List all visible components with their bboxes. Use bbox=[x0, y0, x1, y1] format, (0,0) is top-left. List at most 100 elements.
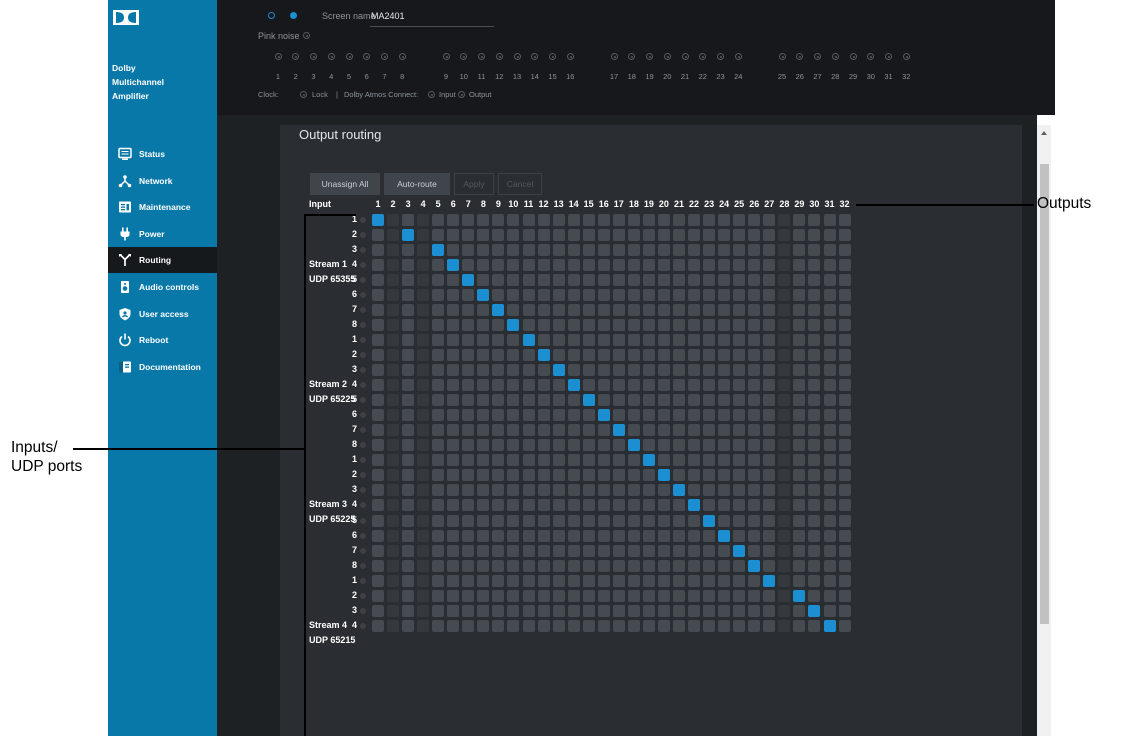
routing-cell[interactable] bbox=[838, 529, 851, 542]
routing-cell[interactable] bbox=[462, 529, 475, 542]
routing-cell[interactable] bbox=[642, 439, 655, 452]
routing-cell[interactable] bbox=[763, 228, 776, 241]
routing-cell[interactable] bbox=[492, 228, 505, 241]
routing-cell[interactable] bbox=[733, 258, 746, 271]
routing-cell[interactable] bbox=[537, 379, 550, 392]
routing-cell[interactable] bbox=[507, 273, 520, 286]
routing-cell[interactable] bbox=[733, 228, 746, 241]
routing-cell[interactable] bbox=[808, 228, 821, 241]
routing-cell[interactable] bbox=[793, 454, 806, 467]
routing-cell[interactable] bbox=[808, 544, 821, 557]
routing-cell[interactable] bbox=[718, 559, 731, 572]
routing-cell[interactable] bbox=[642, 619, 655, 632]
routing-cell[interactable] bbox=[793, 559, 806, 572]
routing-cell[interactable] bbox=[627, 273, 640, 286]
routing-cell[interactable] bbox=[477, 243, 490, 256]
routing-cell[interactable] bbox=[552, 469, 565, 482]
routing-cell[interactable] bbox=[627, 544, 640, 557]
routing-cell[interactable] bbox=[552, 228, 565, 241]
routing-cell[interactable] bbox=[522, 559, 535, 572]
routing-cell[interactable] bbox=[733, 273, 746, 286]
routing-cell[interactable] bbox=[477, 574, 490, 587]
routing-cell[interactable] bbox=[447, 424, 460, 437]
routing-cell[interactable] bbox=[567, 439, 580, 452]
routing-cell[interactable] bbox=[718, 619, 731, 632]
routing-cell[interactable] bbox=[688, 288, 701, 301]
routing-cell[interactable] bbox=[417, 333, 430, 346]
routing-cell[interactable] bbox=[733, 469, 746, 482]
routing-cell[interactable] bbox=[838, 243, 851, 256]
routing-cell[interactable] bbox=[808, 409, 821, 422]
routing-cell[interactable] bbox=[612, 589, 625, 602]
routing-cell[interactable] bbox=[462, 348, 475, 361]
routing-cell[interactable] bbox=[372, 318, 384, 331]
routing-cell[interactable] bbox=[522, 379, 535, 392]
routing-cell[interactable] bbox=[507, 303, 520, 316]
routing-cell[interactable] bbox=[763, 394, 776, 407]
routing-cell[interactable] bbox=[657, 589, 670, 602]
routing-cell[interactable] bbox=[718, 514, 731, 527]
routing-cell[interactable] bbox=[552, 258, 565, 271]
routing-cell[interactable] bbox=[372, 394, 384, 407]
routing-cell-assigned[interactable] bbox=[462, 273, 475, 286]
routing-cell[interactable] bbox=[492, 604, 505, 617]
routing-cell[interactable] bbox=[522, 589, 535, 602]
routing-cell[interactable] bbox=[537, 258, 550, 271]
routing-cell[interactable] bbox=[748, 348, 761, 361]
routing-cell[interactable] bbox=[718, 273, 731, 286]
sidebar-item-documentation[interactable]: Documentation bbox=[108, 354, 217, 380]
routing-cell[interactable] bbox=[778, 288, 791, 301]
routing-cell[interactable] bbox=[417, 604, 430, 617]
routing-cell[interactable] bbox=[808, 514, 821, 527]
channel-indicator[interactable] bbox=[310, 53, 317, 60]
routing-cell[interactable] bbox=[627, 364, 640, 376]
routing-cell[interactable] bbox=[402, 243, 415, 256]
routing-cell[interactable] bbox=[537, 604, 550, 617]
routing-cell[interactable] bbox=[642, 424, 655, 437]
routing-cell[interactable] bbox=[627, 469, 640, 482]
routing-cell[interactable] bbox=[537, 499, 550, 512]
routing-cell[interactable] bbox=[522, 348, 535, 361]
routing-cell[interactable] bbox=[657, 318, 670, 331]
routing-cell[interactable] bbox=[808, 529, 821, 542]
routing-cell[interactable] bbox=[733, 589, 746, 602]
routing-cell[interactable] bbox=[402, 469, 415, 482]
routing-cell[interactable] bbox=[492, 364, 505, 376]
routing-cell[interactable] bbox=[432, 559, 445, 572]
routing-cell[interactable] bbox=[597, 364, 610, 376]
routing-cell[interactable] bbox=[718, 394, 731, 407]
routing-cell[interactable] bbox=[492, 574, 505, 587]
routing-cell[interactable] bbox=[703, 469, 716, 482]
routing-cell[interactable] bbox=[537, 439, 550, 452]
routing-cell[interactable] bbox=[748, 333, 761, 346]
routing-cell[interactable] bbox=[733, 213, 746, 226]
routing-cell[interactable] bbox=[402, 273, 415, 286]
routing-cell[interactable] bbox=[567, 288, 580, 301]
routing-cell[interactable] bbox=[627, 514, 640, 527]
routing-cell[interactable] bbox=[688, 439, 701, 452]
routing-cell[interactable] bbox=[417, 379, 430, 392]
routing-cell[interactable] bbox=[627, 454, 640, 467]
channel-indicator[interactable] bbox=[681, 53, 689, 60]
routing-cell[interactable] bbox=[748, 604, 761, 617]
routing-cell[interactable] bbox=[597, 604, 610, 617]
channel-indicator[interactable] bbox=[478, 53, 485, 60]
routing-cell[interactable] bbox=[763, 243, 776, 256]
routing-cell[interactable] bbox=[673, 303, 685, 316]
routing-cell[interactable] bbox=[823, 258, 836, 271]
routing-cell[interactable] bbox=[793, 484, 806, 497]
routing-cell[interactable] bbox=[507, 604, 520, 617]
routing-cell[interactable] bbox=[387, 469, 400, 482]
routing-cell[interactable] bbox=[612, 379, 625, 392]
routing-cell[interactable] bbox=[582, 288, 595, 301]
routing-cell[interactable] bbox=[507, 454, 520, 467]
routing-cell-assigned[interactable] bbox=[688, 499, 701, 512]
routing-cell[interactable] bbox=[417, 544, 430, 557]
routing-cell[interactable] bbox=[522, 213, 535, 226]
routing-cell-assigned[interactable] bbox=[793, 589, 806, 602]
routing-cell[interactable] bbox=[582, 544, 595, 557]
routing-cell[interactable] bbox=[808, 424, 821, 437]
routing-cell[interactable] bbox=[748, 273, 761, 286]
channel-indicator[interactable] bbox=[867, 53, 875, 60]
routing-cell[interactable] bbox=[642, 484, 655, 497]
